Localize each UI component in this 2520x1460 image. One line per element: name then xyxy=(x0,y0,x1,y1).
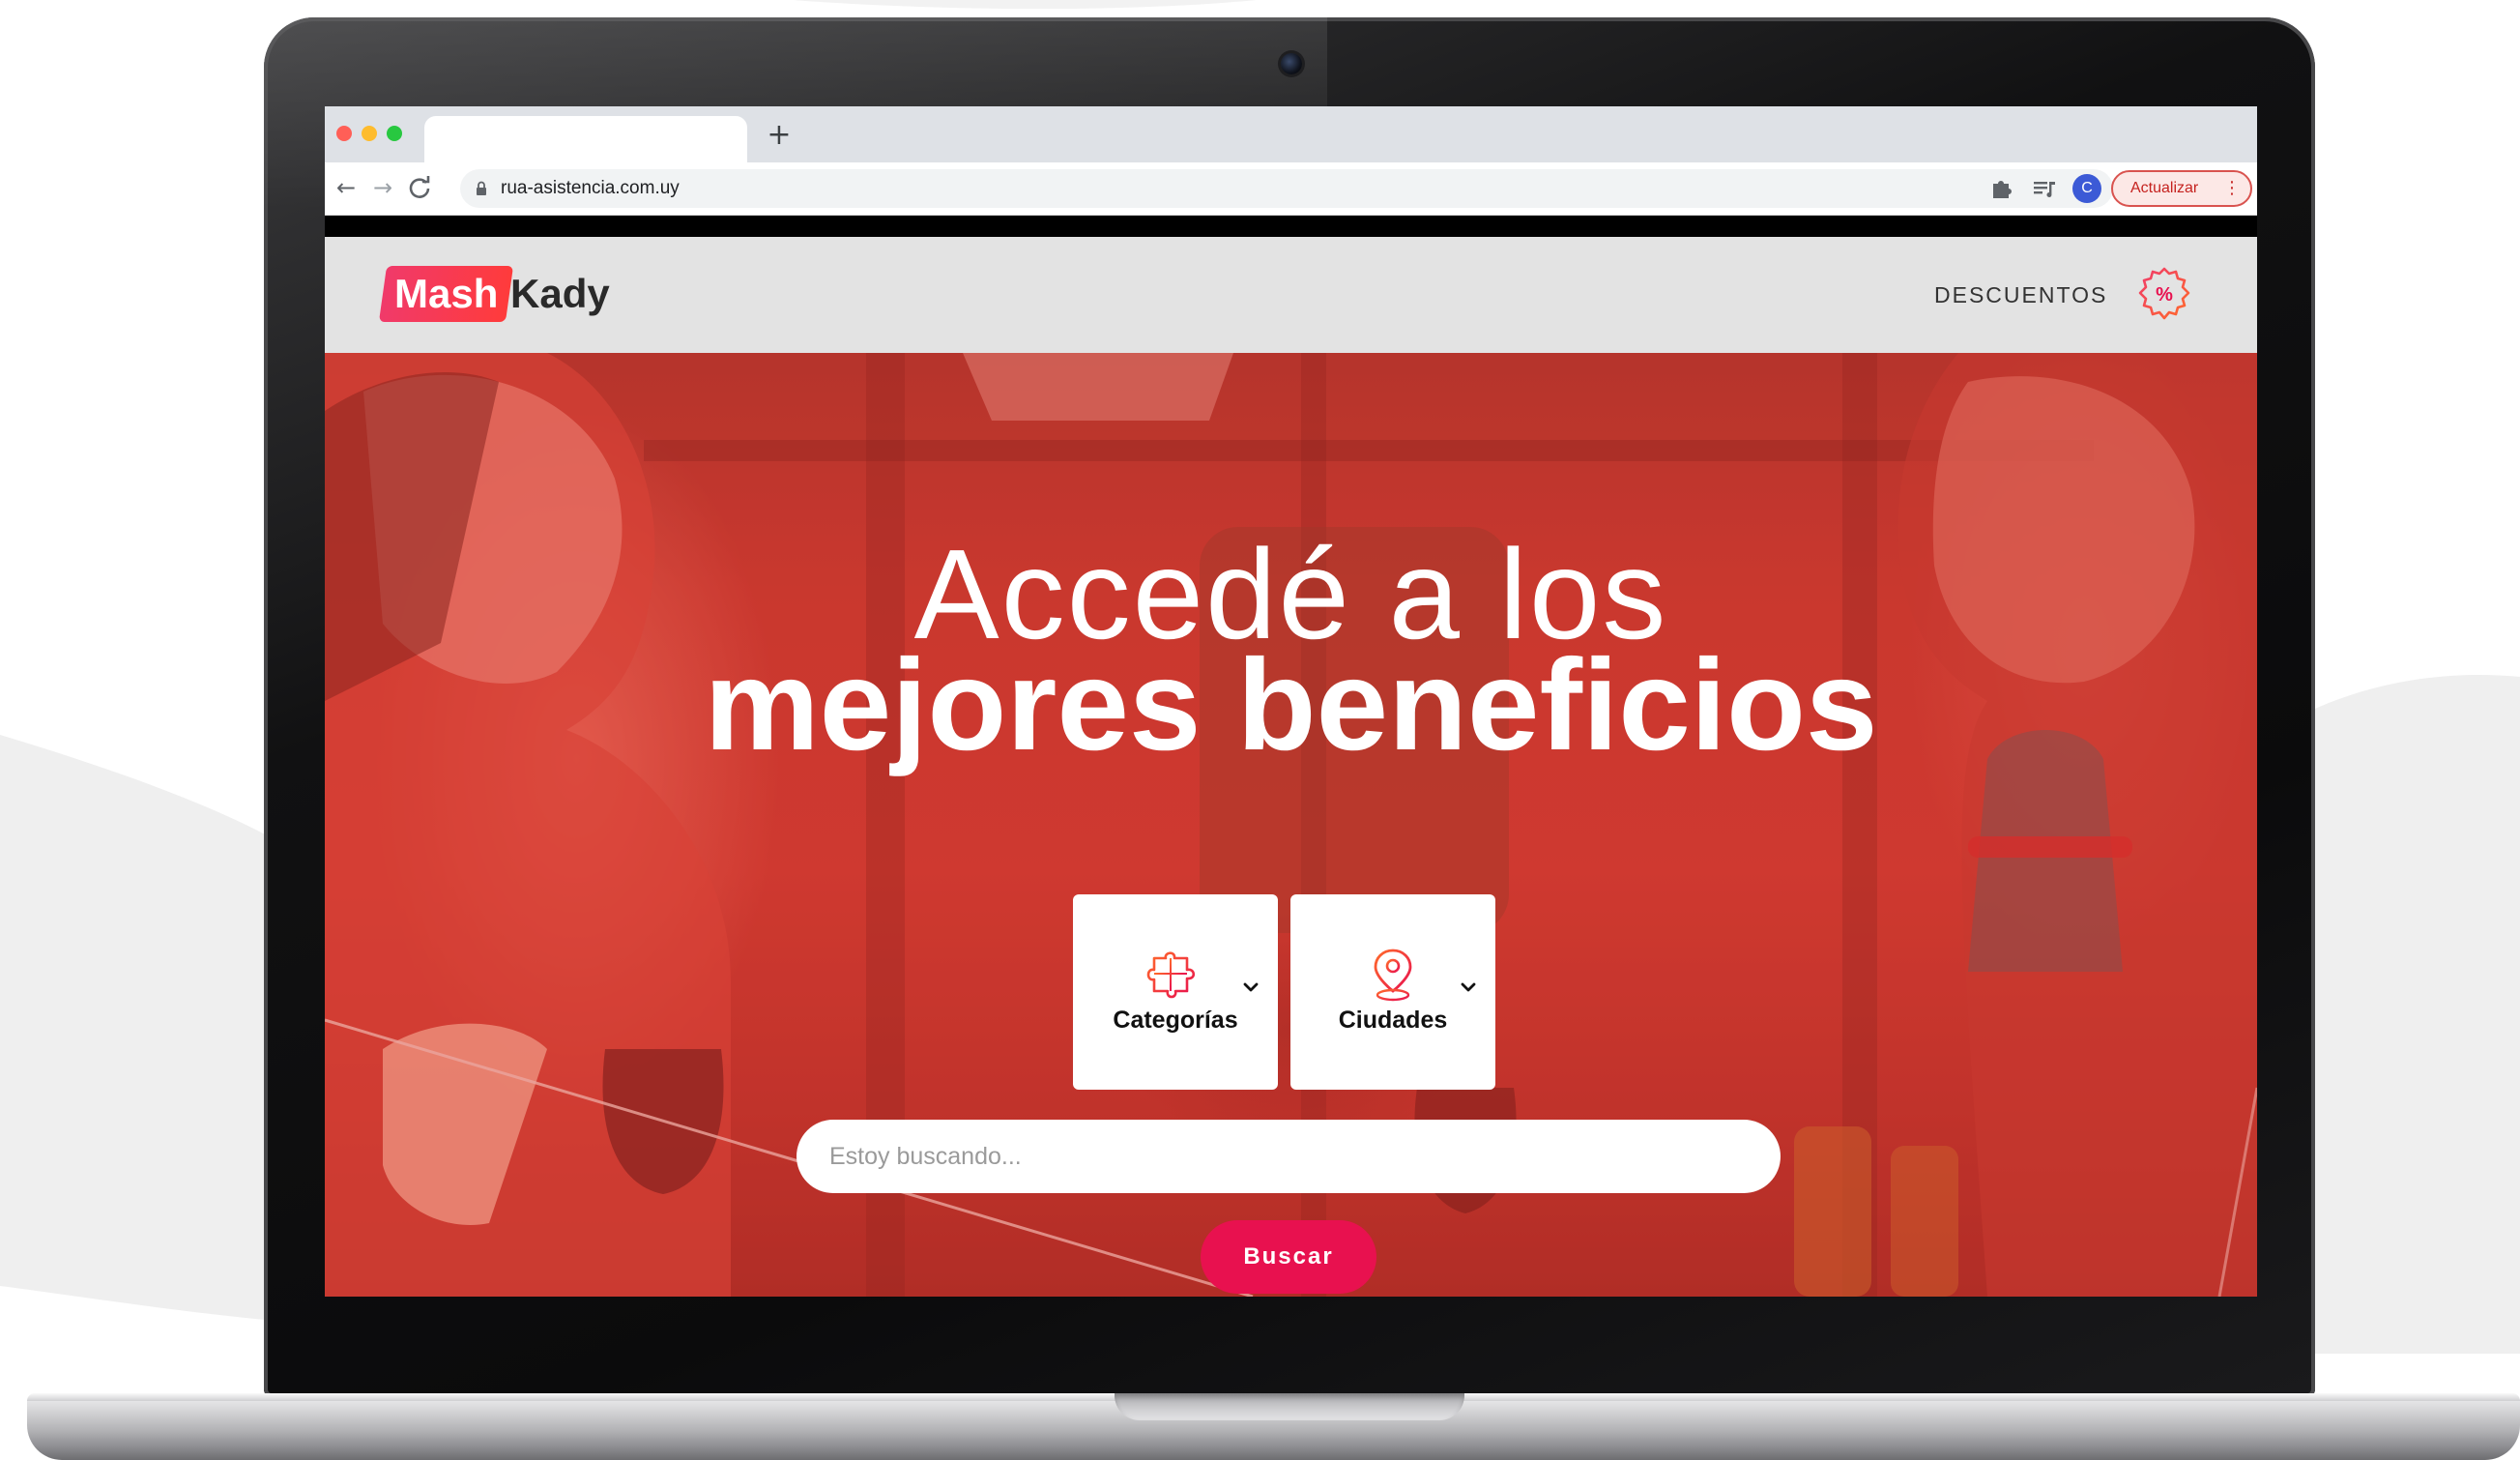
hero-section: Accedé a los mejores beneficios Categorí… xyxy=(325,353,2257,1297)
hero-title-line-2: mejores beneficios xyxy=(704,633,1878,777)
back-arrow-icon[interactable]: ← xyxy=(331,172,362,203)
update-button[interactable]: Actualizar ⋮ xyxy=(2111,170,2252,207)
puzzle-icon xyxy=(1146,951,1196,999)
new-tab-icon[interactable]: + xyxy=(764,120,795,151)
discount-badge-icon[interactable]: % xyxy=(2136,266,2192,322)
logo-mash-badge: Mash xyxy=(378,266,514,322)
search-button[interactable]: Buscar xyxy=(1201,1220,1376,1294)
browser-tab-active[interactable] xyxy=(424,116,747,162)
laptop-lid-notch xyxy=(1115,1393,1464,1420)
more-menu-icon[interactable]: ⋮ xyxy=(2223,172,2241,205)
reload-icon[interactable] xyxy=(404,172,435,203)
profile-avatar[interactable]: C xyxy=(2072,174,2101,203)
search-input[interactable] xyxy=(797,1120,1781,1193)
update-label: Actualizar xyxy=(2130,180,2199,196)
webcam xyxy=(1281,53,1302,74)
chevron-down-icon xyxy=(1461,982,1476,992)
reload-glyph xyxy=(409,176,430,198)
categories-dropdown[interactable]: Categorías xyxy=(1073,894,1278,1090)
discount-percent-text: % xyxy=(2156,284,2173,306)
browser-toolbar: ← → rua-asistencia.com.uy ☆ xyxy=(325,162,2257,216)
logo-kady-text: Kady xyxy=(510,271,610,316)
lock-icon xyxy=(477,181,486,195)
forward-arrow-icon[interactable]: → xyxy=(367,172,398,203)
cities-dropdown[interactable]: Ciudades xyxy=(1290,894,1495,1090)
minimize-window-button[interactable] xyxy=(362,126,377,141)
browser-tab-bar: + xyxy=(325,106,2257,162)
categories-label: Categorías xyxy=(1113,1007,1238,1034)
media-control-icon[interactable] xyxy=(2030,174,2059,203)
product-mockup: + ← → rua-asistencia.com.uy ☆ xyxy=(0,0,2520,1460)
site-header: Mash Kady DESCUENTOS % xyxy=(325,237,2257,353)
url-text: rua-asistencia.com.uy xyxy=(501,178,680,198)
cities-label: Ciudades xyxy=(1338,1007,1448,1034)
laptop-screen: + ← → rua-asistencia.com.uy ☆ xyxy=(325,106,2257,1297)
extensions-puzzle-icon[interactable] xyxy=(1987,174,2016,203)
nav-link-descuentos[interactable]: DESCUENTOS xyxy=(1934,276,2107,314)
close-window-button[interactable] xyxy=(336,126,352,141)
maximize-window-button[interactable] xyxy=(387,126,402,141)
chevron-down-icon xyxy=(1243,982,1259,992)
logo-mash-text: Mash xyxy=(394,271,499,316)
location-pin-icon xyxy=(1374,949,1412,1002)
address-bar[interactable]: rua-asistencia.com.uy ☆ xyxy=(460,169,2113,208)
